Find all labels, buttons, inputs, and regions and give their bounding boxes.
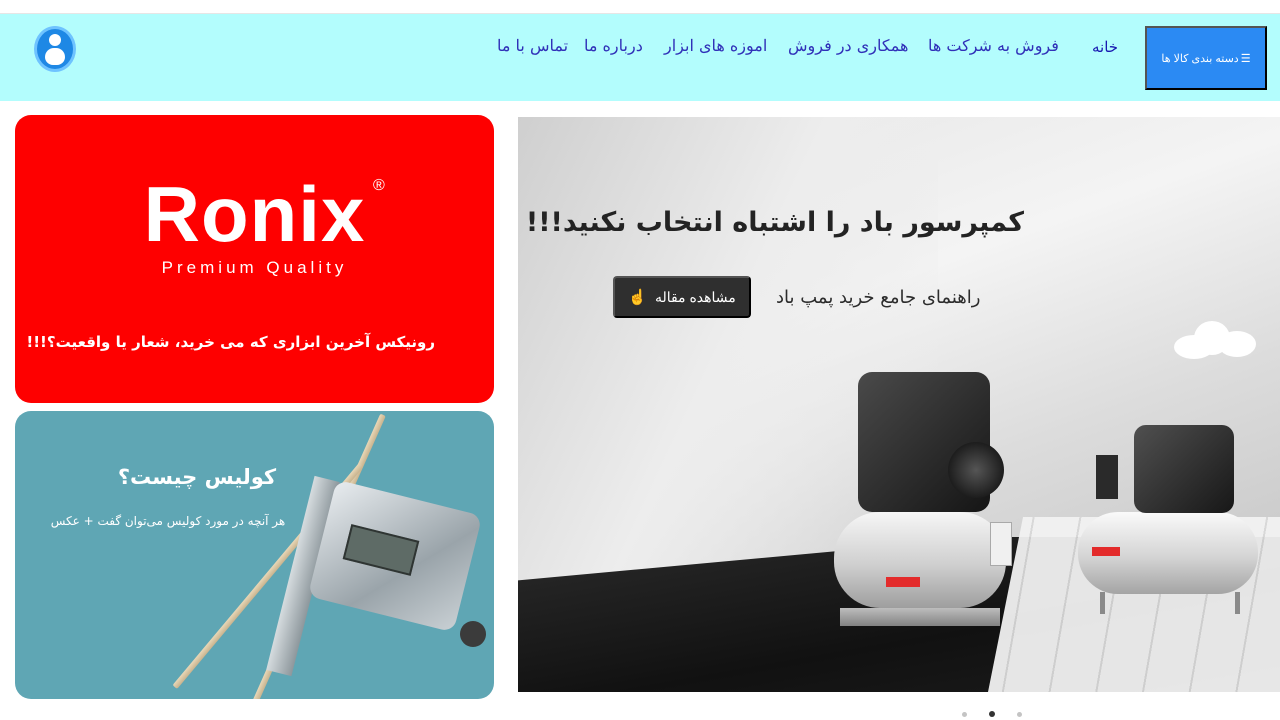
slider-dot[interactable] xyxy=(962,711,967,717)
category-button-label: دسته بندی کالا ها xyxy=(1161,52,1239,65)
nav-home[interactable]: خانه xyxy=(1092,38,1118,56)
slider-pagination xyxy=(962,709,1032,719)
top-strip xyxy=(0,0,1280,14)
caliper-subtitle: هر آنچه در مورد کولیس می‌توان گفت + عکس xyxy=(50,514,286,528)
main-navbar: تماس با ما درباره ما اموزه های ابزار همک… xyxy=(0,14,1280,101)
digital-caliper-image xyxy=(266,475,494,677)
ronix-caption: رونیکس آخرین ابزاری که می خرید، شعار یا … xyxy=(26,333,435,351)
nav-tool-tutorials[interactable]: اموزه های ابزار xyxy=(664,36,767,55)
user-avatar-icon[interactable] xyxy=(34,26,76,72)
ronix-promo-card[interactable]: Ronix ® Premium Quality رونیکس آخرین ابز… xyxy=(15,115,494,403)
nav-sell-to-companies[interactable]: فروش به شرکت ها xyxy=(928,36,1059,55)
large-air-compressor-image xyxy=(830,372,1012,647)
slider-dot[interactable] xyxy=(1017,711,1022,717)
caliper-article-card[interactable]: کولیس چیست؟ هر آنچه در مورد کولیس می‌توا… xyxy=(15,411,494,699)
cloud-decoration xyxy=(1174,317,1258,359)
nav-about-us[interactable]: درباره ما xyxy=(584,36,643,55)
hero-slider[interactable]: کمپرسور باد را اشتباه انتخاب نکنید!!! را… xyxy=(518,117,1280,692)
small-air-compressor-image xyxy=(1070,417,1260,617)
pointer-hand-icon: ☝ xyxy=(628,289,647,306)
ronix-tagline: Premium Quality xyxy=(161,258,348,277)
slide-title: کمپرسور باد را اشتباه انتخاب نکنید!!! xyxy=(525,207,1024,238)
view-article-button[interactable]: مشاهده مقاله ☝ xyxy=(613,276,751,318)
view-article-label: مشاهده مقاله xyxy=(654,288,736,305)
category-menu-button[interactable]: ☰ دسته بندی کالا ها xyxy=(1145,26,1267,90)
registered-mark: ® xyxy=(373,177,385,194)
slider-dot-active[interactable] xyxy=(989,711,995,717)
nav-contact-us[interactable]: تماس با ما xyxy=(497,36,568,55)
nav-sales-partnership[interactable]: همکاری در فروش xyxy=(788,36,908,55)
menu-icon: ☰ xyxy=(1240,52,1251,65)
slide-subtitle: راهنمای جامع خرید پمپ باد xyxy=(776,287,981,308)
ronix-logo: Ronix xyxy=(143,170,366,258)
caliper-title: کولیس چیست؟ xyxy=(117,465,277,489)
